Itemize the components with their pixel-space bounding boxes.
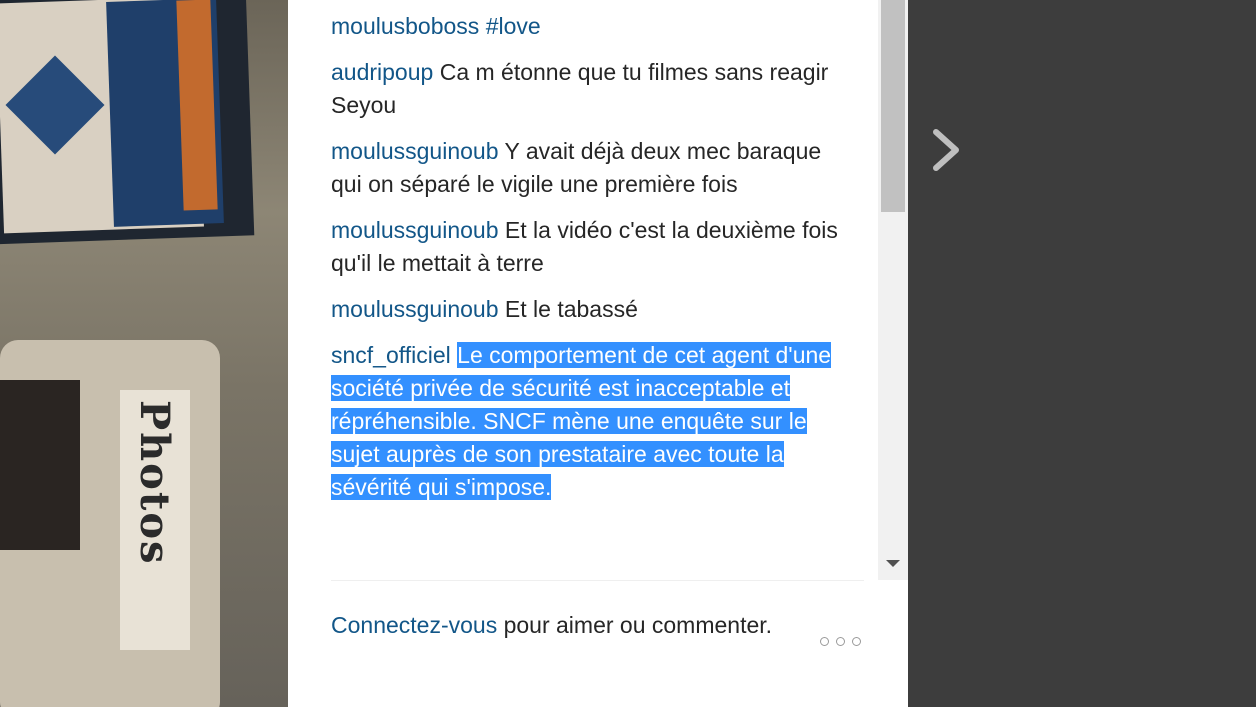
comment-item: sncf_officiel Le comportement de cet age…	[331, 339, 851, 504]
login-link[interactable]: Connectez-vous	[331, 612, 497, 638]
comment-item: moulussguinoub Et la vidéo c'est la deux…	[331, 214, 851, 280]
post-photo: Photos	[0, 0, 288, 707]
comment-username[interactable]: moulussguinoub	[331, 217, 499, 243]
comment-username[interactable]: sncf_officiel	[331, 342, 451, 368]
comment-item: audripoup Ca m étonne que tu filmes sans…	[331, 56, 851, 122]
chevron-right-icon[interactable]	[930, 126, 964, 174]
comments-panel: moulusboboss #love audripoup Ca m étonne…	[288, 0, 908, 707]
photo-orange-strip	[176, 0, 218, 211]
more-options-icon[interactable]	[820, 637, 861, 646]
comment-item: moulussguinoub Et le tabassé	[331, 293, 851, 326]
photo-label: Photos	[120, 390, 190, 650]
footer-divider	[331, 580, 864, 581]
comment-text: Et le tabassé	[504, 296, 638, 322]
more-dot	[820, 637, 829, 646]
comment-username[interactable]: moulussguinoub	[331, 296, 499, 322]
scroll-down-arrow-icon[interactable]	[886, 560, 900, 567]
comment-hashtag[interactable]: #love	[486, 13, 541, 39]
comment-username[interactable]: audripoup	[331, 59, 433, 85]
login-prompt: Connectez-vous pour aimer ou commenter.	[331, 609, 801, 642]
login-prompt-text: pour aimer ou commenter.	[497, 612, 773, 638]
more-dot	[852, 637, 861, 646]
comment-item: moulusboboss #love	[331, 10, 851, 43]
comment-item: moulussguinoub Y avait déjà deux mec bar…	[331, 135, 851, 201]
comment-username[interactable]: moulussguinoub	[331, 138, 499, 164]
comment-list: moulusboboss #love audripoup Ca m étonne…	[331, 10, 851, 517]
more-dot	[836, 637, 845, 646]
comment-username[interactable]: moulusboboss	[331, 13, 479, 39]
scrollbar-thumb[interactable]	[881, 0, 905, 212]
photo-label-text: Photos	[131, 400, 178, 566]
photo-camera-screen	[0, 380, 80, 550]
